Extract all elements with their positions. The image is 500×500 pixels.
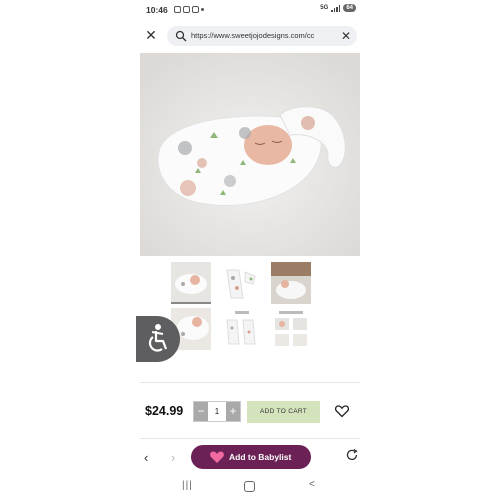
heart-icon[interactable] [334, 403, 350, 419]
quantity-input[interactable]: 1 [208, 402, 226, 421]
status-bar: 10:46 5G 64 [137, 3, 363, 17]
network-type: 5G [320, 5, 329, 11]
address-bar[interactable]: https://www.sweetjojodesigns.com/cc ✕ [167, 26, 357, 46]
system-navigation-bar: ||| < [137, 478, 363, 496]
home-icon[interactable] [244, 481, 255, 492]
thumbnail-row [171, 308, 311, 350]
more-notifications-icon [201, 8, 204, 11]
thumbnail-row [171, 262, 311, 304]
browser-screen: 10:46 5G 64 ✕ https://www.sweetjojodesig… [137, 0, 363, 500]
status-time: 10:46 [146, 5, 168, 15]
notification-icon [183, 6, 190, 13]
product-thumbnail[interactable] [221, 262, 261, 304]
product-thumbnail[interactable] [221, 308, 261, 350]
quantity-stepper: − 1 + [193, 401, 241, 422]
reload-icon[interactable] [345, 448, 359, 462]
status-right: 5G 64 [320, 4, 356, 12]
product-thumbnail[interactable] [271, 308, 311, 350]
notification-icon [174, 6, 181, 13]
clear-url-icon[interactable]: ✕ [341, 28, 351, 44]
baby-swaddle-photo [140, 53, 360, 256]
close-tab-icon[interactable]: ✕ [143, 27, 159, 43]
add-to-babylist-button[interactable]: Add to Babylist [191, 445, 311, 469]
add-to-cart-button[interactable]: ADD TO CART [247, 401, 320, 423]
notification-icon [192, 6, 199, 13]
url-text[interactable]: https://www.sweetjojodesigns.com/cc [191, 31, 331, 40]
product-thumbnail[interactable] [171, 262, 211, 304]
system-back-icon[interactable]: < [309, 479, 315, 490]
battery-indicator: 64 [343, 4, 356, 12]
signal-icon [331, 4, 341, 12]
search-icon [175, 30, 187, 42]
babylist-label: Add to Babylist [229, 452, 292, 462]
accessibility-icon [148, 324, 168, 352]
product-main-image[interactable] [140, 53, 360, 256]
divider [140, 382, 360, 383]
notification-icons [174, 6, 204, 13]
back-icon[interactable]: ‹ [144, 450, 148, 465]
forward-icon[interactable]: › [171, 450, 175, 465]
quantity-increase-button[interactable]: + [226, 402, 240, 421]
product-price: $24.99 [145, 404, 184, 418]
product-thumbnail[interactable] [271, 262, 311, 304]
url-toolbar: ✕ https://www.sweetjojodesigns.com/cc ✕ [137, 24, 363, 48]
browser-bottom-bar: ‹ › Add to Babylist [137, 438, 363, 478]
quantity-decrease-button[interactable]: − [194, 402, 208, 421]
recent-apps-icon[interactable]: ||| [182, 480, 193, 491]
accessibility-button[interactable] [136, 316, 180, 362]
heart-icon [210, 451, 224, 463]
